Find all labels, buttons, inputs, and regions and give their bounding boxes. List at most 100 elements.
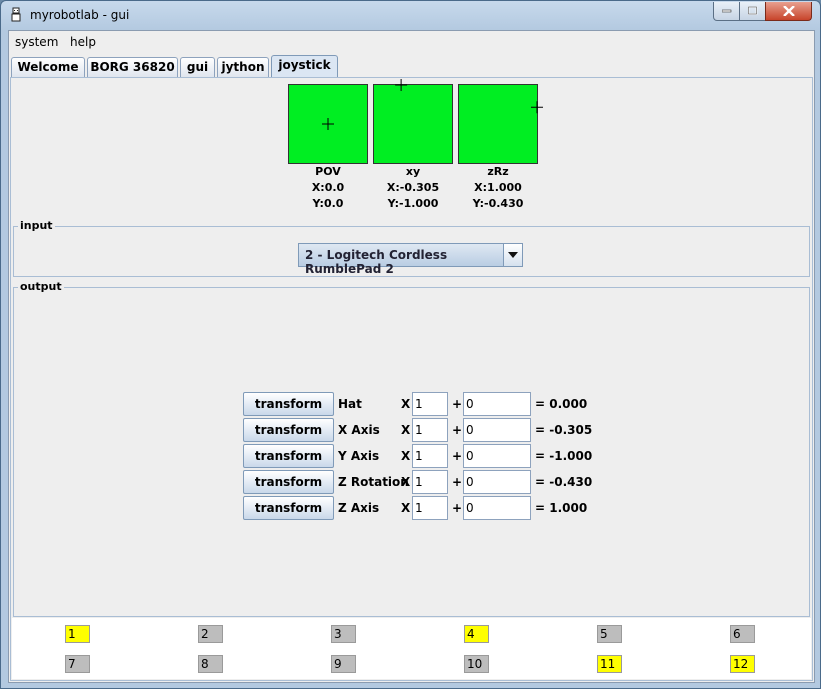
multiplier-input[interactable]: 1 — [412, 418, 448, 442]
joystick-panel: POV X:0.0 Y:0.0 xy X:-0.305 Y:-1.000 zRz… — [10, 77, 813, 681]
window-title: myrobotlab - gui — [30, 8, 130, 22]
minimize-button[interactable] — [713, 2, 740, 21]
plus-label: + — [452, 475, 463, 489]
multiplier-input[interactable]: 1 — [412, 470, 448, 494]
window-client: system help Welcome BORG 36820 gui jytho… — [8, 30, 815, 683]
minimize-icon — [721, 9, 731, 13]
tab-strip: Welcome BORG 36820 gui jython joystick — [9, 55, 814, 77]
xy-crosshair-icon — [395, 79, 408, 91]
joystick-button-3: 3 — [331, 625, 356, 643]
offset-input[interactable]: 0 — [463, 392, 531, 416]
close-icon — [782, 6, 795, 16]
xy-y-value: Y:-1.000 — [387, 197, 439, 210]
joystick-buttons: 1 2 3 4 5 6 7 8 9 10 11 12 — [12, 618, 811, 679]
transform-button-hat[interactable]: transform — [243, 392, 334, 416]
app-window: myrobotlab - gui system help Welcome BOR… — [0, 0, 821, 689]
multiply-label: X — [401, 397, 411, 411]
multiply-label: X — [401, 501, 411, 515]
tab-jython[interactable]: jython — [217, 57, 269, 77]
multiply-label: X — [401, 475, 411, 489]
multiply-label: X — [401, 423, 411, 437]
joystick-button-7: 7 — [65, 655, 90, 673]
zrz-crosshair-icon — [531, 101, 543, 114]
multiply-label: X — [401, 449, 411, 463]
pov-pad-group: POV X:0.0 Y:0.0 — [288, 84, 368, 212]
multiplier-input[interactable]: 1 — [412, 392, 448, 416]
maximize-button[interactable] — [739, 2, 766, 21]
joystick-button-11: 11 — [597, 655, 622, 673]
transform-row-x-axis: transform X Axis X 1 + 0 = -0.305 — [243, 418, 663, 442]
tab-joystick[interactable]: joystick — [271, 55, 338, 77]
title-bar[interactable]: myrobotlab - gui — [1, 1, 820, 29]
output-group-title: output — [18, 280, 64, 293]
tab-gui[interactable]: gui — [180, 57, 215, 77]
transform-button-x-axis[interactable]: transform — [243, 418, 334, 442]
chevron-down-icon — [508, 252, 518, 258]
tab-borg[interactable]: BORG 36820 — [87, 57, 178, 77]
offset-input[interactable]: 0 — [463, 418, 531, 442]
plus-label: + — [452, 423, 463, 437]
offset-input[interactable]: 0 — [463, 470, 531, 494]
transform-row-hat: transform Hat X 1 + 0 = 0.000 — [243, 392, 663, 416]
axis-label: Y Axis — [338, 449, 380, 463]
axis-label: Z Axis — [338, 501, 380, 515]
xy-pad-group: xy X:-0.305 Y:-1.000 — [373, 79, 453, 212]
offset-input[interactable]: 0 — [463, 444, 531, 468]
pov-pad — [288, 84, 368, 164]
controller-select[interactable]: 2 - Logitech Cordless RumblePad 2 — [298, 243, 523, 276]
xy-x-value: X:-0.305 — [386, 181, 440, 194]
result-value: = -1.000 — [535, 449, 593, 463]
xy-pad — [373, 79, 453, 164]
result-value: = -0.305 — [535, 423, 593, 437]
plus-label: + — [452, 449, 463, 463]
zrz-label: zRz — [487, 165, 509, 178]
transform-button-z-axis[interactable]: transform — [243, 496, 334, 520]
input-group-title: input — [18, 219, 55, 232]
menu-help[interactable]: help — [70, 35, 96, 49]
axis-label: Z Rotation — [338, 475, 409, 489]
transform-row-z-rotation: transform Z Rotation X 1 + 0 = -0.430 — [243, 470, 663, 494]
xy-label: xy — [405, 165, 421, 178]
joystick-button-10: 10 — [464, 655, 489, 673]
pov-crosshair-icon — [322, 118, 334, 130]
transform-button-y-axis[interactable]: transform — [243, 444, 334, 468]
zrz-pad — [458, 84, 543, 164]
joystick-button-1: 1 — [65, 625, 90, 643]
joystick-button-4: 4 — [464, 625, 489, 643]
pov-label: POV — [315, 165, 341, 178]
pov-y-value: Y:0.0 — [312, 197, 344, 210]
offset-input[interactable]: 0 — [463, 496, 531, 520]
pov-x-value: X:0.0 — [311, 181, 345, 194]
plus-label: + — [452, 397, 463, 411]
joystick-button-8: 8 — [198, 655, 223, 673]
joystick-button-2: 2 — [198, 625, 223, 643]
transform-button-z-rotation[interactable]: transform — [243, 470, 334, 494]
axis-label: X Axis — [338, 423, 380, 437]
result-value: = -0.430 — [535, 475, 593, 489]
axis-label: Hat — [338, 397, 362, 411]
transform-row-y-axis: transform Y Axis X 1 + 0 = -1.000 — [243, 444, 663, 468]
close-button[interactable] — [765, 2, 812, 21]
output-group: output transform Hat X 1 + 0 = 0.000 tra… — [13, 280, 810, 617]
controller-select-arrow[interactable] — [503, 244, 522, 266]
joystick-button-6: 6 — [730, 625, 755, 643]
controller-select-value: 2 - Logitech Cordless RumblePad 2 — [305, 248, 448, 276]
transform-row-z-axis: transform Z Axis X 1 + 0 = 1.000 — [243, 496, 663, 520]
result-value: = 0.000 — [535, 397, 588, 411]
zrz-x-value: X:1.000 — [474, 181, 522, 194]
joystick-button-5: 5 — [597, 625, 622, 643]
robot-app-icon — [11, 7, 21, 22]
joystick-button-9: 9 — [331, 655, 356, 673]
result-value: = 1.000 — [535, 501, 588, 515]
multiplier-input[interactable]: 1 — [412, 496, 448, 520]
menu-system[interactable]: system — [15, 35, 58, 49]
zrz-pad-group: zRz X:1.000 Y:-0.430 — [458, 84, 543, 212]
zrz-y-value: Y:-0.430 — [472, 197, 524, 210]
joystick-button-12: 12 — [730, 655, 755, 673]
maximize-icon — [747, 6, 757, 15]
input-group: input 2 - Logitech Cordless RumblePad 2 — [13, 219, 810, 277]
tab-welcome[interactable]: Welcome — [11, 57, 85, 77]
menu-bar: system help — [9, 31, 814, 52]
multiplier-input[interactable]: 1 — [412, 444, 448, 468]
plus-label: + — [452, 501, 463, 515]
